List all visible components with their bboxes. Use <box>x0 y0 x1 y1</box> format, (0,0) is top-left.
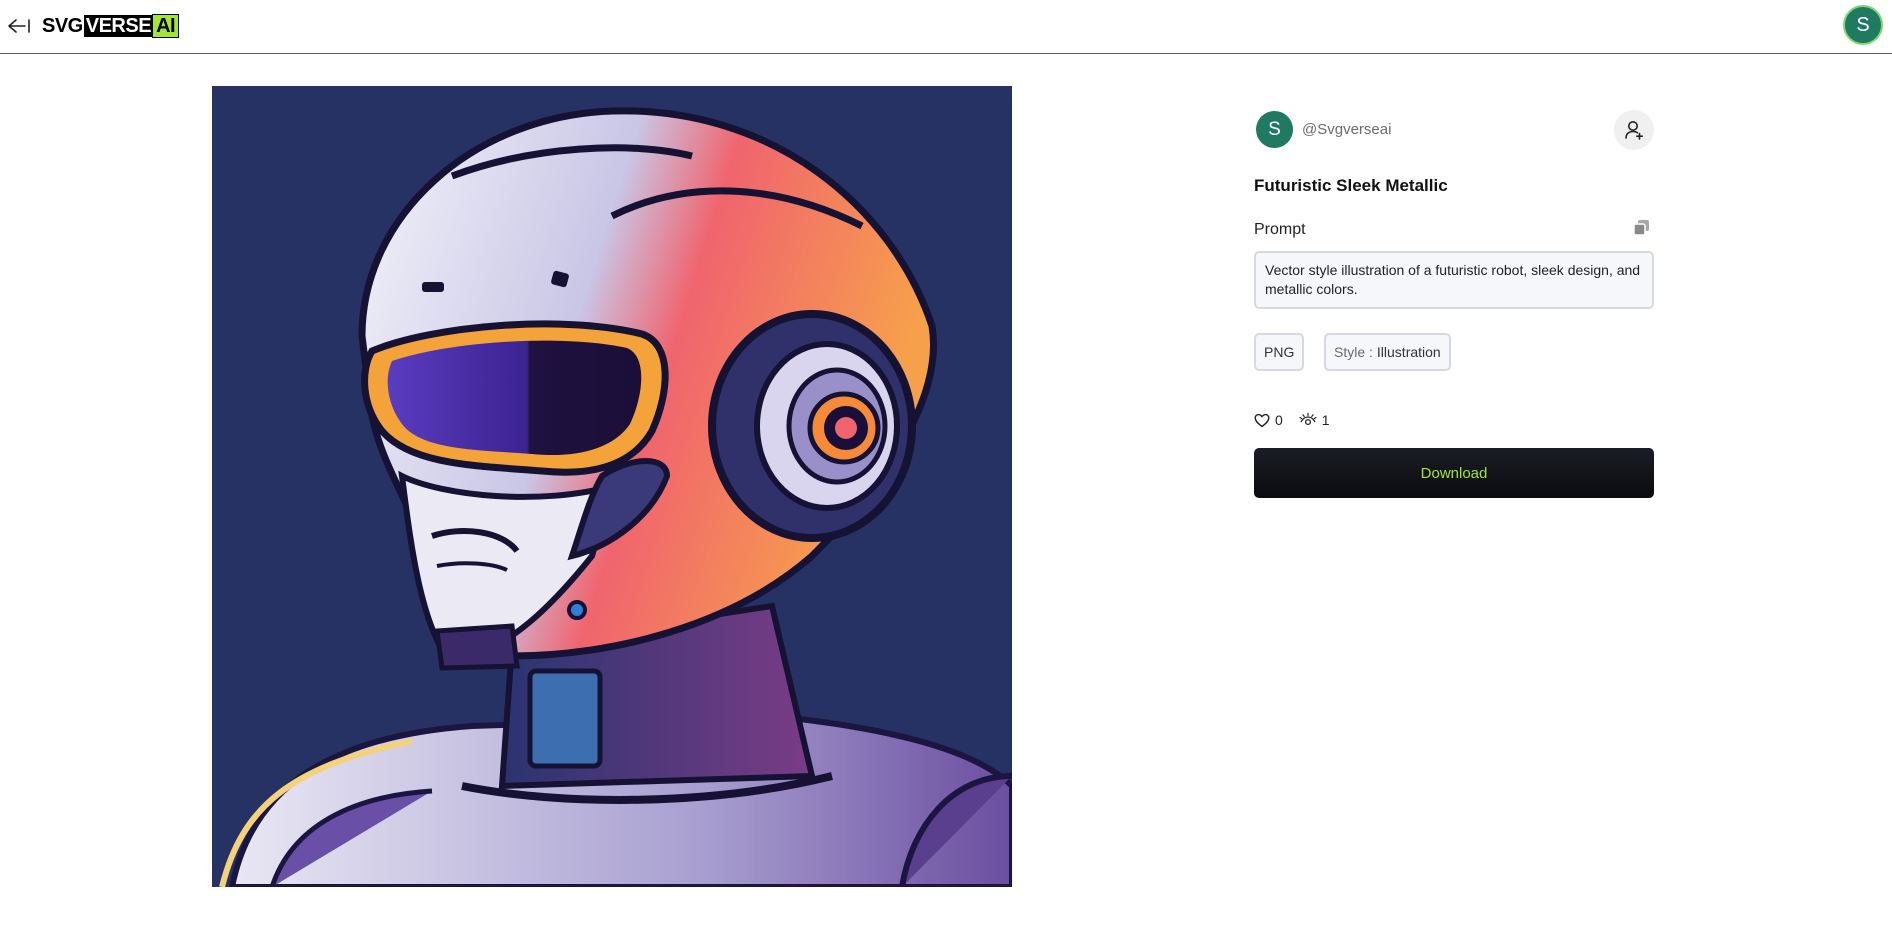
generated-image <box>212 86 1012 887</box>
format-tag: PNG <box>1254 333 1305 371</box>
site-logo[interactable]: SVG VERSE AI <box>42 14 180 38</box>
details-panel: S @Svgverseai Futuristic Sleek Metallic … <box>1254 110 1654 498</box>
logo-text-ai: AI <box>152 14 180 38</box>
prompt-label: Prompt <box>1254 221 1306 238</box>
style-tag-value: Illustration <box>1376 344 1441 360</box>
style-tag: Style : Illustration <box>1324 333 1451 371</box>
arrow-left-icon <box>8 19 30 33</box>
download-button[interactable]: Download <box>1254 448 1654 498</box>
view-stat: 1 <box>1299 412 1330 428</box>
style-tag-label: Style : <box>1334 344 1373 360</box>
eye-icon <box>1299 412 1317 426</box>
prompt-text: Vector style illustration of a futuristi… <box>1254 251 1654 309</box>
author-avatar[interactable]: S <box>1256 111 1293 148</box>
logo-text-verse: VERSE <box>83 15 154 37</box>
stats-row: 0 1 <box>1254 412 1346 428</box>
copy-prompt-button[interactable] <box>1632 218 1652 238</box>
author-row: S @Svgverseai <box>1254 110 1654 150</box>
follow-button[interactable] <box>1614 110 1654 150</box>
user-plus-icon <box>1625 121 1643 140</box>
logo-text-svg: SVG <box>42 15 83 37</box>
back-button[interactable] <box>6 14 32 38</box>
like-stat[interactable]: 0 <box>1254 412 1283 428</box>
view-count: 1 <box>1321 412 1330 428</box>
like-count: 0 <box>1275 412 1283 428</box>
user-avatar[interactable]: S <box>1843 5 1883 45</box>
heart-icon <box>1254 413 1270 427</box>
top-header: SVG VERSE AI S <box>0 0 1892 54</box>
robot-illustration <box>212 86 1012 887</box>
image-title: Futuristic Sleek Metallic <box>1254 176 1448 195</box>
author-handle[interactable]: @Svgverseai <box>1302 121 1391 138</box>
copy-icon <box>1633 220 1649 236</box>
